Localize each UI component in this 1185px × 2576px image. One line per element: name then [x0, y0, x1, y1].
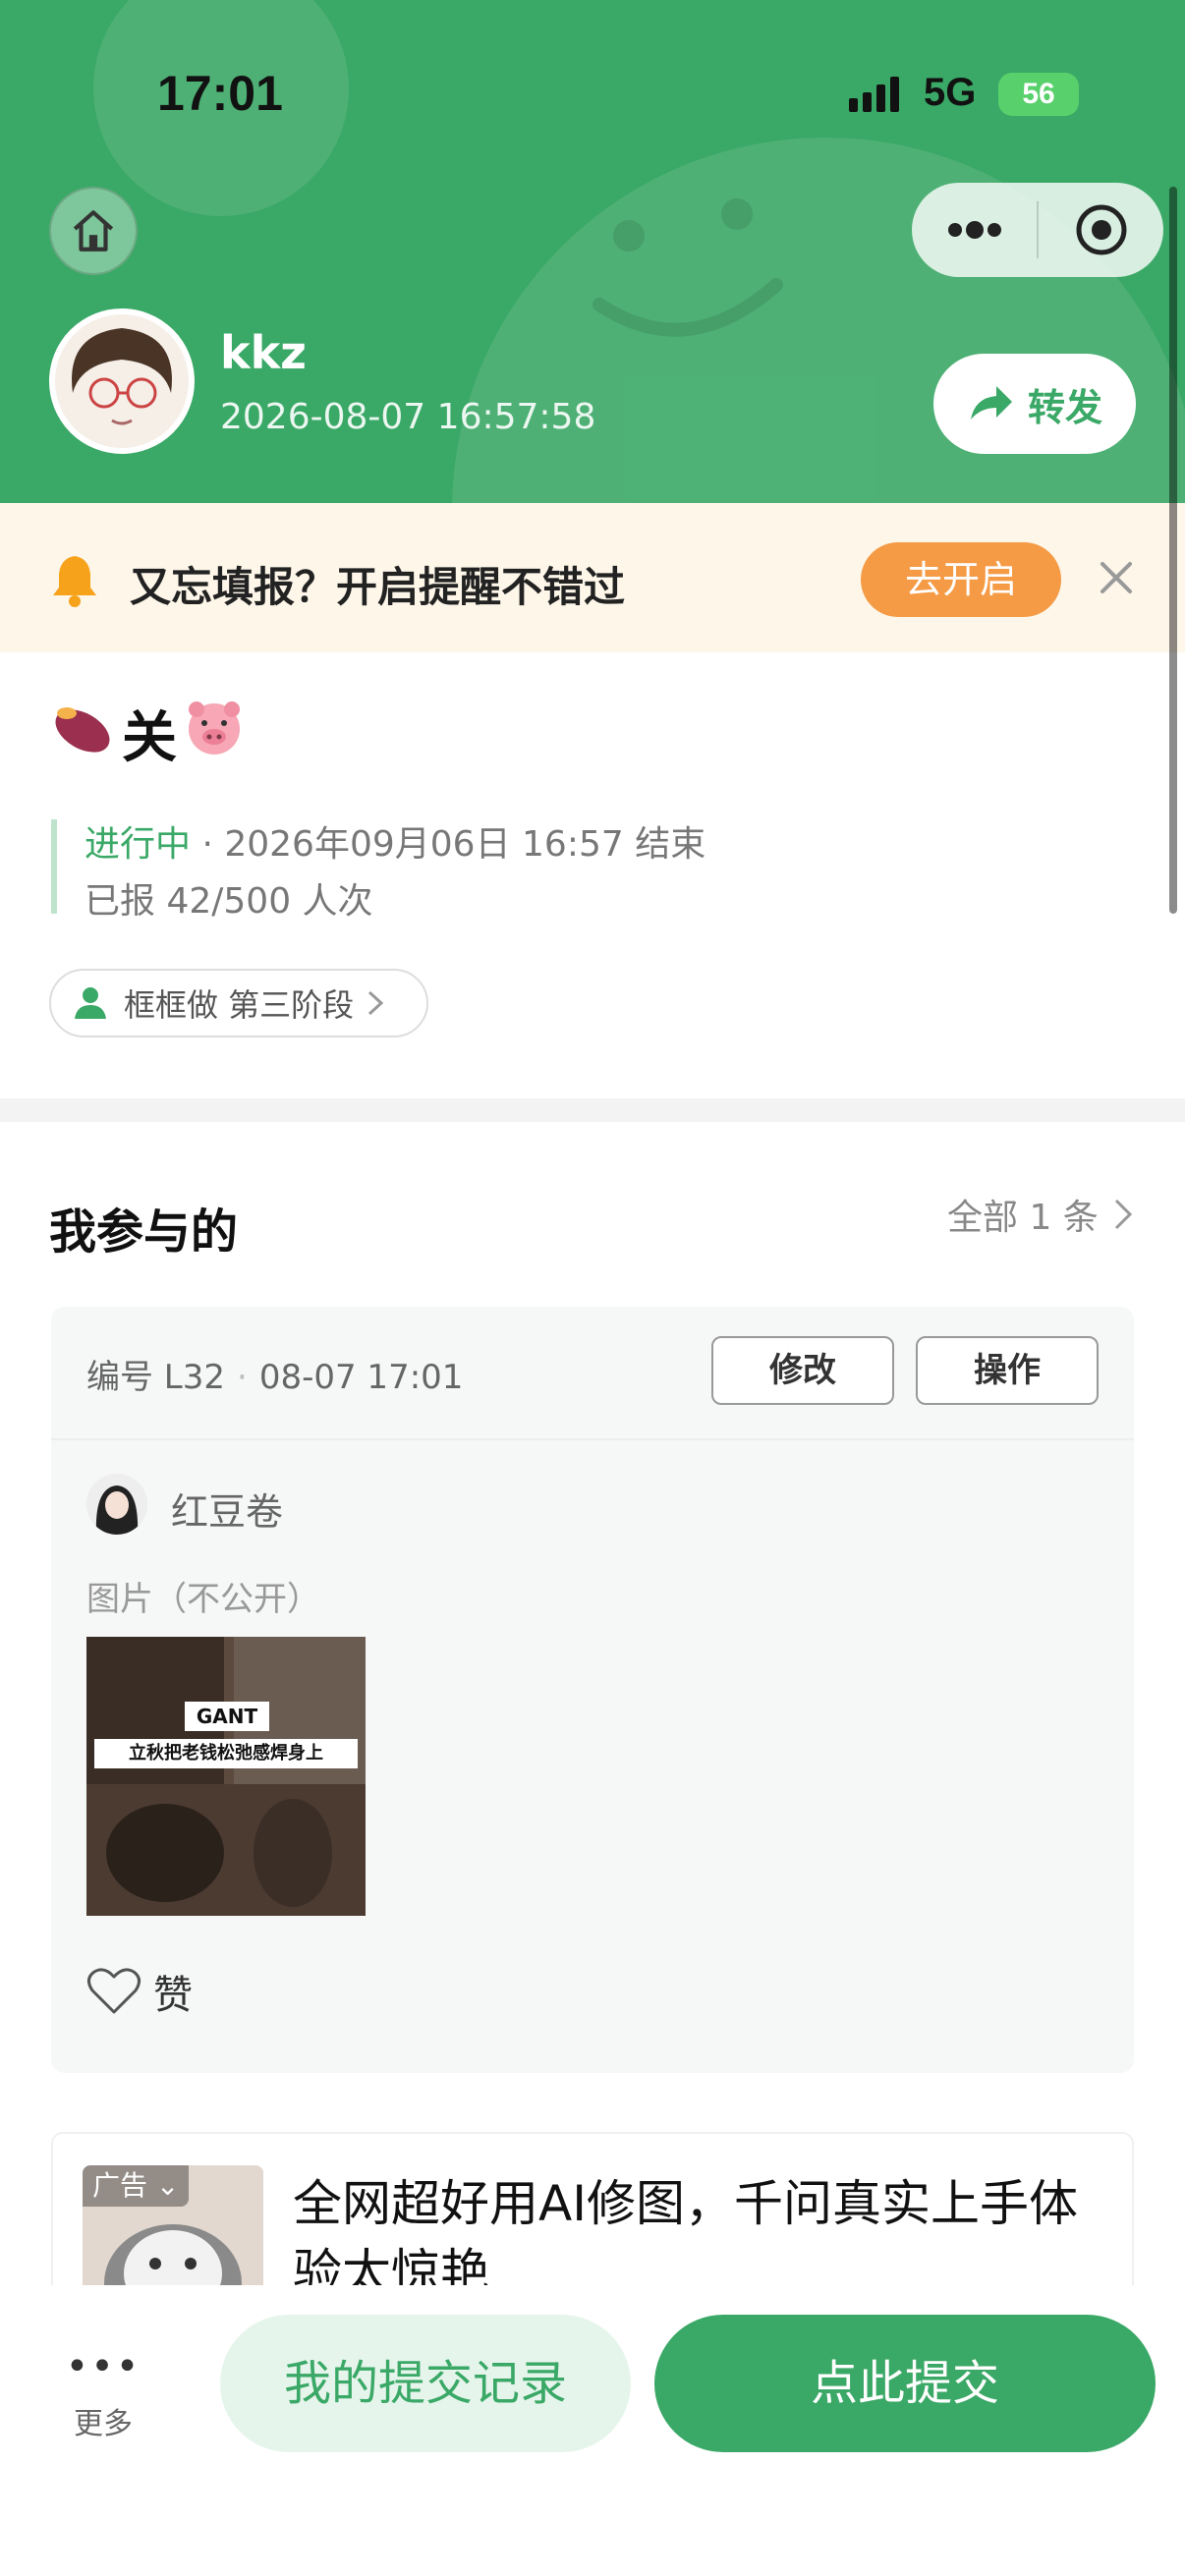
image-label: 图片（不公开） [86, 1580, 320, 1619]
home-icon [73, 210, 114, 252]
avatar[interactable] [49, 308, 195, 454]
status-accent-bar [51, 819, 57, 914]
entry-code: 编号 L32 [86, 1358, 226, 1397]
end-time: · 2026年09月06日 16:57 结束 [191, 824, 706, 865]
submit-button[interactable]: 点此提交 [654, 2315, 1156, 2452]
home-button[interactable] [49, 187, 138, 275]
share-label: 转发 [1027, 385, 1102, 429]
like-label: 赞 [153, 1973, 193, 2018]
share-arrow-icon [970, 386, 1012, 420]
card-divider [51, 1438, 1134, 1440]
operate-button[interactable]: 操作 [916, 1336, 1099, 1405]
more-button[interactable]: ••• 更多 [59, 2344, 147, 2442]
more-dots-icon: ••• [65, 2344, 141, 2389]
close-mini-program-button[interactable] [1039, 183, 1163, 277]
participant-name: 红豆卷 [171, 1490, 284, 1534]
signal-icon [849, 77, 908, 116]
mini-program-capsule [912, 183, 1163, 277]
more-menu-button[interactable] [912, 183, 1037, 277]
enable-reminder-button[interactable]: 去开启 [861, 542, 1061, 617]
publish-time: 2026-08-07 16:57:58 [220, 397, 596, 437]
stage-pill[interactable]: 框框做 第三阶段 [49, 969, 428, 1037]
stage-label: 框框做 第三阶段 [124, 986, 355, 1024]
image-brand-text: GANT [196, 1705, 258, 1728]
activity-title: 关 [49, 694, 246, 773]
section-title: 我参与的 [49, 1204, 239, 1260]
entry-meta: 编号 L32 · 08-07 17:01 [86, 1358, 464, 1397]
view-all-link[interactable]: 全部 1 条 [947, 1189, 1134, 1240]
bell-icon [49, 552, 100, 611]
chevron-down-icon: ⌄ [155, 2169, 180, 2202]
status-badge: 进行中 [85, 824, 192, 865]
activity-title-text: 关 [122, 706, 177, 770]
activity-status: 进行中 · 2026年09月06日 16:57 结束 [85, 815, 705, 867]
share-button[interactable]: 转发 [933, 354, 1136, 454]
my-records-button[interactable]: 我的提交记录 [220, 2315, 631, 2452]
submitted-image[interactable]: GANT 立秋把老钱松弛感焊身上 [86, 1637, 366, 1916]
more-label: 更多 [74, 2407, 133, 2441]
heart-icon [87, 1968, 141, 2014]
chevron-right-icon [368, 990, 384, 1016]
ad-tag-label: 广告 [92, 2169, 148, 2202]
sweet-potato-emoji [49, 696, 116, 772]
participant-avatar [86, 1474, 147, 1535]
reported-count: 已报 42/500 人次 [85, 881, 373, 922]
more-dots-icon [947, 221, 1001, 239]
view-all-label: 全部 1 条 [947, 1198, 1099, 1238]
like-button[interactable]: 赞 [86, 1963, 193, 2020]
target-icon [1076, 204, 1126, 255]
pig-emoji [183, 696, 246, 772]
ad-tag[interactable]: 广告 ⌄ [83, 2165, 190, 2207]
status-time: 17:01 [157, 66, 283, 121]
entry-time: 08-07 17:01 [258, 1358, 464, 1397]
header: 17:01 5G 56 kkz 2026-08-07 16:57:58 转发 [0, 0, 1185, 503]
network-label: 5G [924, 71, 977, 114]
bottom-bar: ••• 更多 我的提交记录 点此提交 [0, 2285, 1185, 2576]
reminder-banner: 又忘填报？开启提醒不错过 去开启 [0, 503, 1185, 652]
battery-indicator: 56 [998, 73, 1079, 116]
scrollbar[interactable] [1169, 187, 1177, 914]
reminder-text: 又忘填报？开启提醒不错过 [130, 563, 626, 611]
username: kkz [220, 326, 307, 379]
section-divider [0, 1098, 1185, 1122]
close-icon[interactable] [1097, 558, 1136, 601]
chevron-right-icon [1114, 1199, 1132, 1230]
user-icon [75, 987, 106, 1019]
image-caption-text: 立秋把老钱松弛感焊身上 [129, 1743, 323, 1764]
entry-card: 编号 L32 · 08-07 17:01 修改 操作 红豆卷 图片（不公开） GAN… [51, 1307, 1134, 2073]
edit-button[interactable]: 修改 [711, 1336, 894, 1405]
